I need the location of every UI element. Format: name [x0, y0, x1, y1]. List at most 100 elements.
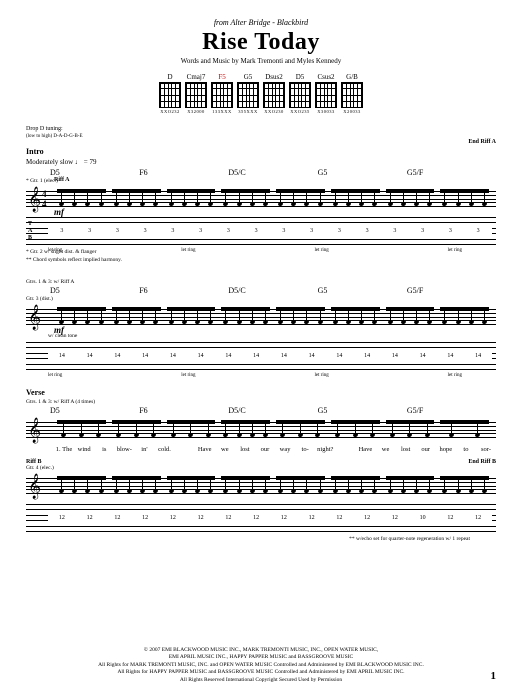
chord-diagram: G/B X20033 — [341, 73, 363, 114]
chord-sym: D5/C — [228, 406, 317, 415]
tab-number: 14 — [409, 353, 437, 359]
tab-number: 12 — [48, 515, 76, 521]
tab-number: hope — [436, 446, 456, 453]
tab-number: let ring — [314, 248, 358, 253]
tab-number: 12 — [159, 515, 187, 521]
tab-number: 3 — [215, 228, 243, 234]
tab-number: 14 — [104, 353, 132, 359]
chord-sym: G5 — [318, 406, 407, 415]
section-label-verse: Verse — [26, 388, 496, 397]
tab-number — [137, 248, 181, 253]
tab-number: 3 — [76, 228, 104, 234]
tab-number: 12 — [437, 515, 465, 521]
gtr3-label: Gtr. 3 (dist.) — [26, 296, 496, 302]
credits-line: Words and Music by Mark Tremonti and Myl… — [26, 57, 496, 65]
section-label-intro: Intro — [26, 147, 496, 156]
chord-sym: F6 — [139, 168, 228, 177]
chord-sym: G5 — [318, 286, 407, 295]
tab-number: sor- — [476, 446, 496, 453]
tab-number: 14 — [131, 353, 159, 359]
tab-number — [335, 446, 355, 453]
chord-name: Dsus2 — [265, 73, 283, 81]
time-signature: 44 — [42, 189, 47, 209]
tab-number: 12 — [464, 515, 492, 521]
tab-number: 12 — [104, 515, 132, 521]
tab-number: 12 — [298, 515, 326, 521]
tab-number: 3 — [464, 228, 492, 234]
chord-sym: D5/C — [228, 168, 317, 177]
tech-label: w/ clean tone — [26, 333, 496, 339]
tab-number: 14 — [381, 353, 409, 359]
tab-number: wind — [74, 446, 94, 453]
tab-number — [359, 373, 403, 378]
chord-fingering: X32000 — [187, 109, 205, 114]
tab-clef-icon: TAB — [28, 221, 32, 242]
chord-diagram: D5 XXO235 — [289, 73, 311, 114]
tab-number — [92, 248, 136, 253]
chord-name: D — [167, 73, 172, 81]
tab-number — [359, 248, 403, 253]
tab-staff-1: TAB 3333333333333333 let ringlet ringlet… — [26, 215, 496, 247]
tab-number: 12 — [76, 515, 104, 521]
lyric-line-1: 1. Thewindisblow-in'cold.Havewelostourwa… — [26, 446, 496, 453]
copyright-footer: © 2007 EMI BLACKWOOD MUSIC INC., MARK TR… — [26, 647, 496, 684]
chord-name: G/B — [346, 73, 358, 81]
chord-name: F5 — [218, 73, 225, 81]
chord-diagram: D XXO232 — [159, 73, 181, 114]
notation-staff-1: 𝄞 44 mf — [26, 185, 496, 213]
tab-number: 3 — [48, 228, 76, 234]
tab-number: let ring — [181, 248, 225, 253]
chord-fingering: 133XXX — [212, 109, 232, 114]
tab-number: 3 — [298, 228, 326, 234]
system-intro-1: Intro Moderately slow ♩ = 79 D5 F6 D5/C … — [26, 147, 496, 263]
chord-grid-icon — [263, 82, 285, 108]
tab-number: blow- — [114, 446, 134, 453]
vocal-staff: 𝄞 — [26, 416, 496, 444]
album-name: Blackbird — [277, 18, 308, 27]
tab-staff-2: 14141414141414141414141414141414 let rin… — [26, 340, 496, 372]
tuning-label: Drop D tuning: — [26, 126, 496, 132]
tab-number: 12 — [326, 515, 354, 521]
chord-grid-icon — [315, 82, 337, 108]
treble-clef-icon: 𝄞 — [28, 416, 41, 444]
tab-number: 10 — [409, 515, 437, 521]
chord-sym: G5 — [318, 168, 407, 177]
chord-name: D5 — [296, 73, 305, 81]
tab-number: 14 — [48, 353, 76, 359]
tab-number: 14 — [242, 353, 270, 359]
tempo-marking: Moderately slow ♩ = 79 — [26, 158, 496, 166]
chord-name: Cmaj7 — [187, 73, 206, 81]
tab-staff-3: 12121212121212121212121212101212 — [26, 502, 496, 534]
tab-number: 14 — [353, 353, 381, 359]
tab-number: to — [456, 446, 476, 453]
tab-number: 14 — [326, 353, 354, 359]
tab-number: we — [376, 446, 396, 453]
chord-sym: D5 — [50, 286, 139, 295]
system-verse: Verse Gtrs. 1 & 3: w/ Riff A (4 times) D… — [26, 388, 496, 534]
treble-clef-icon: 𝄞 — [28, 303, 41, 331]
tab-number: 12 — [270, 515, 298, 521]
chord-diagram: Dsus2 XXO230 — [263, 73, 285, 114]
chord-sym: G5/F — [407, 168, 496, 177]
tab-number — [175, 446, 195, 453]
tab-number: 12 — [215, 515, 243, 521]
tab-number — [403, 248, 447, 253]
chord-fingering: X20033 — [343, 109, 361, 114]
chord-row-2: D5 F6 D5/C G5 G5/F — [26, 286, 496, 295]
chord-sym: D5 — [50, 406, 139, 415]
source-line: from Alter Bridge - Blackbird — [26, 18, 496, 27]
chord-row-1: D5 F6 D5/C G5 G5/F — [26, 168, 496, 177]
chord-fingering: XXO230 — [264, 109, 284, 114]
tab-number: 12 — [242, 515, 270, 521]
chord-sym-note: ** Chord symbols reflect implied harmony… — [26, 257, 496, 263]
tab-number: cold. — [154, 446, 174, 453]
chord-fingering: XXO232 — [160, 109, 180, 114]
chord-grid-icon — [237, 82, 259, 108]
tab-number: 3 — [437, 228, 465, 234]
tab-number: 12 — [381, 515, 409, 521]
notation-staff-3: 𝄞 — [26, 472, 496, 500]
tab-number: our — [255, 446, 275, 453]
tab-number — [92, 373, 136, 378]
treble-clef-icon: 𝄞 — [28, 472, 41, 500]
chord-fingering: 355XXX — [238, 109, 258, 114]
